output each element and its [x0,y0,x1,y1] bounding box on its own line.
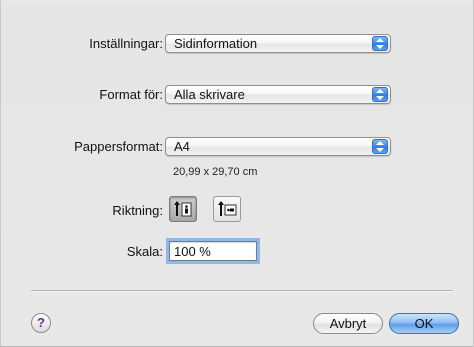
paper-size-popup[interactable]: A4 [165,137,391,156]
portrait-orientation-icon [174,201,192,217]
scale-input[interactable] [169,241,257,261]
format-for-popup[interactable]: Alla skrivare [165,85,391,104]
orientation-portrait-button[interactable] [169,196,197,222]
format-for-popup-value: Alla skrivare [174,87,245,102]
popup-arrows-icon [372,87,388,102]
cancel-button[interactable]: Avbryt [313,313,383,334]
settings-popup-value: Sidinformation [174,36,258,51]
popup-arrows-icon [372,36,388,51]
help-button[interactable]: ? [31,313,51,333]
popup-arrows-icon [372,139,388,154]
orientation-landscape-button[interactable] [213,196,241,222]
landscape-orientation-icon [218,201,237,216]
orientation-label: Riktning: [112,203,163,218]
scale-label: Skala: [126,244,163,259]
format-for-label: Format för: [99,87,163,102]
divider [31,290,453,292]
page-setup-sheet: Inställningar: Sidinformation Format för… [0,0,474,347]
paper-size-label: Pappersformat: [74,139,163,154]
paper-size-popup-value: A4 [174,139,190,154]
settings-popup[interactable]: Sidinformation [165,34,391,53]
paper-dimensions: 20,99 x 29,70 cm [173,166,258,178]
ok-button[interactable]: OK [389,313,459,334]
settings-label: Inställningar: [89,36,163,51]
